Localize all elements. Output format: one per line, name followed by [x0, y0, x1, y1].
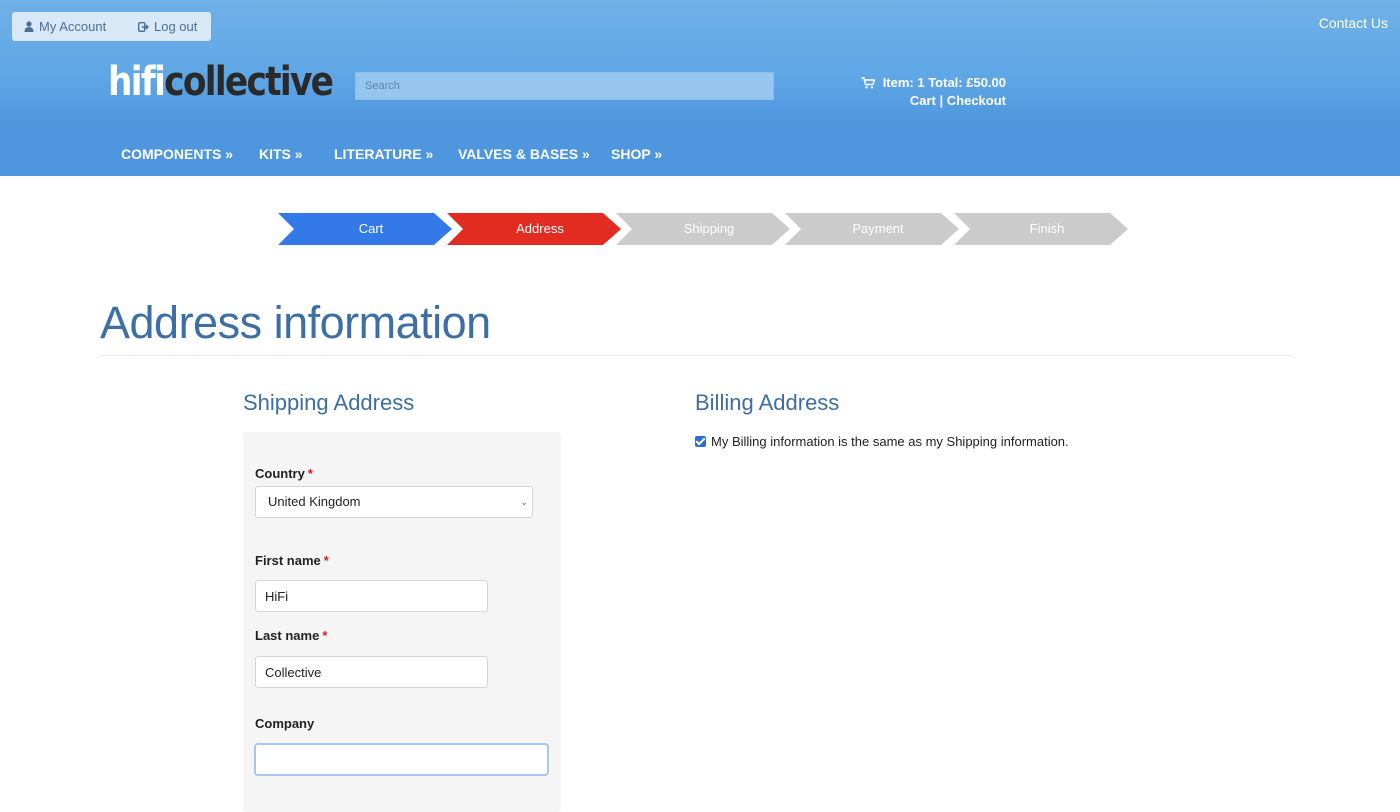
cart-total-text: Item: 1 Total: £50.00 — [882, 75, 1006, 90]
logo-part-collective: collective — [164, 59, 334, 105]
user-icon — [24, 21, 34, 32]
nav-item-literature[interactable]: LITERATURE » — [334, 146, 458, 162]
country-label-text: Country — [255, 466, 305, 481]
checkout-steps: Cart Address Shipping Payment Finish — [278, 213, 1129, 245]
step-payment: Payment — [785, 213, 959, 245]
account-bar: My Account Log out — [12, 12, 211, 41]
chevron-down-icon: ⌄ — [520, 497, 528, 507]
country-label: Country * — [255, 466, 313, 481]
contact-us-link[interactable]: Contact Us — [1319, 15, 1388, 31]
page-title: Address information — [100, 297, 491, 348]
my-account-label: My Account — [39, 19, 107, 34]
first-name-label-text: First name — [255, 553, 321, 568]
first-name-label: First name * — [255, 553, 329, 568]
cart-icon[interactable] — [861, 77, 875, 89]
nav-item-valves-bases[interactable]: VALVES & BASES » — [458, 146, 611, 162]
required-marker: * — [322, 628, 328, 643]
company-label-text: Company — [255, 716, 315, 731]
last-name-label: Last name * — [255, 628, 327, 643]
nav-item-components[interactable]: COMPONENTS » — [121, 146, 259, 162]
billing-address-heading: Billing Address — [695, 390, 840, 415]
country-select[interactable]: United Kingdom ⌄ — [255, 486, 533, 518]
country-select-value: United Kingdom — [268, 494, 361, 509]
title-divider — [100, 355, 1292, 356]
required-marker: * — [323, 553, 329, 568]
site-header: My Account Log out Contact Us hificollec… — [0, 0, 1400, 176]
first-name-field[interactable] — [255, 580, 488, 612]
cart-separator: | — [935, 93, 947, 108]
log-out-label: Log out — [154, 19, 198, 34]
cart-summary: Item: 1 Total: £50.00 Cart | Checkout — [858, 74, 1006, 110]
logout-icon — [138, 21, 149, 32]
nav-item-shop[interactable]: SHOP » — [611, 146, 662, 162]
step-shipping: Shipping — [616, 213, 790, 245]
cart-link[interactable]: Cart — [910, 93, 936, 108]
checkout-link[interactable]: Checkout — [947, 93, 1006, 108]
nav-item-kits[interactable]: KITS » — [259, 146, 334, 162]
company-field[interactable] — [254, 743, 549, 776]
step-cart[interactable]: Cart — [278, 213, 452, 245]
step-finish: Finish — [954, 213, 1128, 245]
search-input[interactable] — [355, 72, 774, 100]
same-as-shipping-checkbox[interactable] — [695, 436, 706, 447]
last-name-field[interactable] — [255, 656, 488, 688]
same-as-shipping-label: My Billing information is the same as my… — [711, 434, 1069, 449]
company-label: Company — [255, 716, 314, 731]
required-marker: * — [307, 466, 313, 481]
site-logo[interactable]: hificollective — [108, 59, 334, 105]
step-address[interactable]: Address — [447, 213, 621, 245]
billing-same-as-shipping[interactable]: My Billing information is the same as my… — [695, 434, 1069, 449]
shipping-address-heading: Shipping Address — [243, 390, 415, 415]
logo-part-hifi: hifi — [108, 59, 166, 105]
log-out-link[interactable]: Log out — [138, 12, 197, 41]
last-name-label-text: Last name — [255, 628, 320, 643]
main-nav: COMPONENTS » KITS » LITERATURE » VALVES … — [121, 146, 662, 162]
my-account-link[interactable]: My Account — [24, 12, 106, 41]
